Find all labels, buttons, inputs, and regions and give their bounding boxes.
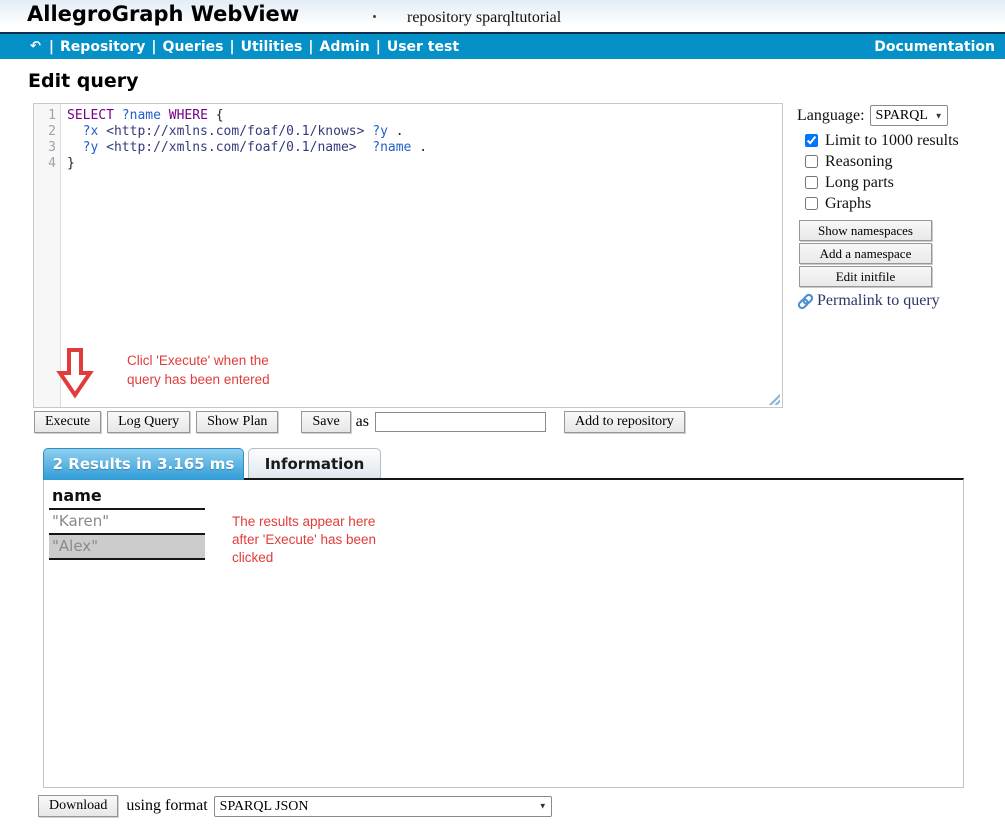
link-icon	[797, 293, 814, 310]
nav-separator: |	[370, 39, 387, 55]
line-number: 2	[34, 124, 56, 140]
results-tabs: 2 Results in 3.165 msInformation	[43, 448, 381, 480]
checkbox-row-graphs[interactable]: Graphs	[805, 193, 1005, 214]
execute-button[interactable]: Execute	[34, 411, 101, 433]
annotation-line: after 'Execute' has been	[232, 531, 376, 549]
format-select[interactable]: SPARQL JSON	[214, 796, 552, 817]
results-table: name "Karen""Alex"	[49, 484, 205, 560]
save-button[interactable]: Save	[301, 411, 350, 433]
checkbox-label: Long parts	[825, 174, 894, 192]
checkbox-limit-to-1000-results[interactable]	[805, 134, 818, 147]
language-label: Language:	[797, 107, 865, 125]
save-name-input[interactable]	[375, 412, 546, 432]
checkbox-label: Reasoning	[825, 153, 893, 171]
query-editor[interactable]: 1234 SELECT ?name WHERE { ?x <http://xml…	[33, 103, 783, 408]
show-plan-button[interactable]: Show Plan	[196, 411, 278, 433]
checkbox-reasoning[interactable]	[805, 155, 818, 168]
header: AllegroGraph WebView repository sparqltu…	[0, 0, 1005, 32]
nav-items: ↶ | Repository | Queries | Utilities | A…	[30, 39, 459, 55]
code-line: ?y <http://xmlns.com/foaf/0.1/name> ?nam…	[67, 140, 782, 156]
checkbox-label: Graphs	[825, 195, 871, 213]
query-action-row: Execute Log Query Show Plan Save as Add …	[34, 411, 685, 433]
add-to-repository-button[interactable]: Add to repository	[564, 411, 685, 433]
language-select[interactable]: SPARQL	[870, 105, 948, 126]
checkbox-graphs[interactable]	[805, 197, 818, 210]
nav-item-queries[interactable]: Queries	[163, 39, 224, 55]
tab-information[interactable]: Information	[248, 448, 381, 478]
app-title: AllegroGraph WebView	[27, 2, 299, 26]
log-query-button[interactable]: Log Query	[107, 411, 190, 433]
permalink-to-query-link[interactable]: Permalink to query	[797, 292, 1005, 310]
table-row[interactable]: "Alex"	[49, 535, 205, 560]
nav-item-repository[interactable]: Repository	[60, 39, 145, 55]
repository-label: repository sparqltutorial	[407, 9, 561, 27]
nav-separator: |	[43, 39, 60, 55]
annotation-line: clicked	[232, 549, 376, 567]
download-row: Download using format SPARQL JSON ▼	[38, 795, 552, 817]
annotation-line: query has been entered	[127, 370, 270, 389]
nav-separator: |	[302, 39, 319, 55]
line-number: 4	[34, 156, 56, 172]
nav-bar: ↶ | Repository | Queries | Utilities | A…	[0, 32, 1005, 59]
using-format-label: using format	[126, 797, 207, 815]
checkbox-row-limit-to-1000-results[interactable]: Limit to 1000 results	[805, 130, 1005, 151]
page-title: Edit query	[28, 70, 139, 92]
results-panel: name "Karen""Alex" The results appear he…	[43, 478, 964, 788]
checkbox-row-long-parts[interactable]: Long parts	[805, 172, 1005, 193]
table-row[interactable]: "Karen"	[49, 510, 205, 535]
stray-dot	[373, 15, 376, 18]
line-number: 1	[34, 108, 56, 124]
line-number: 3	[34, 140, 56, 156]
add-a-namespace-button[interactable]: Add a namespace	[799, 243, 932, 264]
results-annotation: The results appear hereafter 'Execute' h…	[232, 513, 376, 567]
editor-annotation: Clicl 'Execute' when thequery has been e…	[127, 351, 270, 389]
as-label: as	[356, 413, 369, 431]
show-namespaces-button[interactable]: Show namespaces	[799, 220, 932, 241]
result-rows: "Karen""Alex"	[49, 510, 205, 560]
code-line: }	[67, 156, 782, 172]
namespace-buttons: Show namespacesAdd a namespaceEdit initf…	[799, 220, 1005, 287]
annotation-line: The results appear here	[232, 513, 376, 531]
option-checkboxes: Limit to 1000 results Reasoning Long parts…	[805, 130, 1005, 214]
edit-initfile-button[interactable]: Edit initfile	[799, 266, 932, 287]
back-arrow-icon[interactable]: ↶	[30, 39, 41, 54]
red-down-arrow-icon	[54, 347, 96, 399]
checkbox-row-reasoning[interactable]: Reasoning	[805, 151, 1005, 172]
checkbox-label: Limit to 1000 results	[825, 132, 959, 150]
tab-2-results-in-3-165-ms[interactable]: 2 Results in 3.165 ms	[43, 448, 244, 480]
nav-item-utilities[interactable]: Utilities	[241, 39, 303, 55]
annotation-line: Clicl 'Execute' when the	[127, 351, 270, 370]
nav-item-user-test[interactable]: User test	[387, 39, 459, 55]
nav-item-documentation[interactable]: Documentation	[874, 39, 995, 55]
column-header-name: name	[49, 484, 205, 510]
checkbox-long-parts[interactable]	[805, 176, 818, 189]
code-line: SELECT ?name WHERE {	[67, 108, 782, 124]
code-line: ?x <http://xmlns.com/foaf/0.1/knows> ?y …	[67, 124, 782, 140]
query-options-panel: Language: SPARQL ▼ Limit to 1000 results…	[797, 105, 1005, 310]
nav-separator: |	[223, 39, 240, 55]
download-button[interactable]: Download	[38, 795, 118, 817]
nav-separator: |	[145, 39, 162, 55]
nav-item-admin[interactable]: Admin	[319, 39, 369, 55]
permalink-label: Permalink to query	[817, 292, 940, 310]
